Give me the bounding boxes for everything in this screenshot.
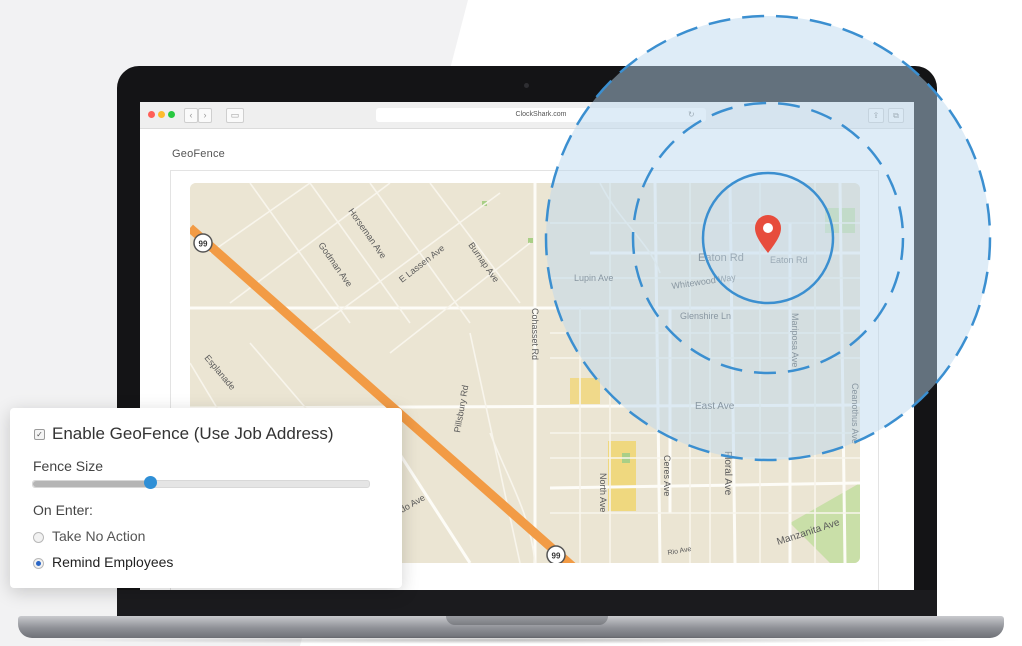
slider-fill (33, 481, 151, 487)
street-label: East Ave (695, 401, 735, 412)
remind-employees-radio[interactable] (33, 558, 44, 569)
highway-shield-icon: 99 (193, 233, 213, 253)
laptop-base-notch (446, 616, 608, 625)
minimize-window-icon[interactable] (158, 111, 165, 118)
close-window-icon[interactable] (148, 111, 155, 118)
street-label: Floral Ave (722, 451, 733, 496)
enable-geofence-label: Enable GeoFence (Use Job Address) (52, 424, 334, 443)
street-label: North Ave (598, 473, 608, 512)
street-label: Eaton Rd (698, 252, 744, 264)
forward-button[interactable]: › (198, 108, 212, 123)
browser-toolbar: ‹ › ▭ ClockShark.com ↻ ⇪ ⧉ (140, 102, 914, 129)
street-label: Ceres Ave (662, 455, 672, 496)
camera (524, 83, 529, 88)
take-no-action-radio[interactable] (33, 532, 44, 543)
svg-text:99: 99 (199, 240, 208, 249)
fence-size-slider-thumb[interactable] (143, 476, 157, 489)
svg-text:99: 99 (552, 552, 561, 561)
page-title: GeoFence (172, 148, 225, 160)
share-icon[interactable]: ⇪ (868, 108, 884, 123)
fence-size-label: Fence Size (33, 458, 104, 474)
street-label: Lupin Ave (574, 273, 613, 283)
on-enter-label: On Enter: (33, 502, 93, 518)
street-label: Ceanothus Ave (850, 383, 860, 444)
address-bar[interactable]: ClockShark.com (376, 108, 706, 122)
tabs-icon[interactable]: ⧉ (888, 108, 904, 123)
reload-icon[interactable]: ↻ (688, 110, 695, 120)
enable-geofence-checkbox[interactable]: ✓ (34, 429, 45, 440)
highway-shield-icon: 99 (546, 545, 566, 563)
sidebar-toggle-icon[interactable]: ▭ (226, 108, 244, 123)
street-label: Cohasset Rd (530, 308, 540, 360)
street-label: Glenshire Ln (680, 311, 731, 321)
geofence-settings-panel: ✓ Enable GeoFence (Use Job Address) Fenc… (10, 408, 402, 588)
laptop-shadow (40, 636, 982, 644)
maximize-window-icon[interactable] (168, 111, 175, 118)
remind-employees-label[interactable]: Remind Employees (52, 554, 173, 570)
laptop-bottom-bezel (117, 590, 937, 616)
take-no-action-label[interactable]: Take No Action (52, 528, 145, 544)
street-label: Mariposa Ave (790, 313, 800, 367)
back-button[interactable]: ‹ (184, 108, 198, 123)
street-label: Eaton Rd (770, 255, 808, 265)
fence-size-slider[interactable] (32, 480, 370, 488)
